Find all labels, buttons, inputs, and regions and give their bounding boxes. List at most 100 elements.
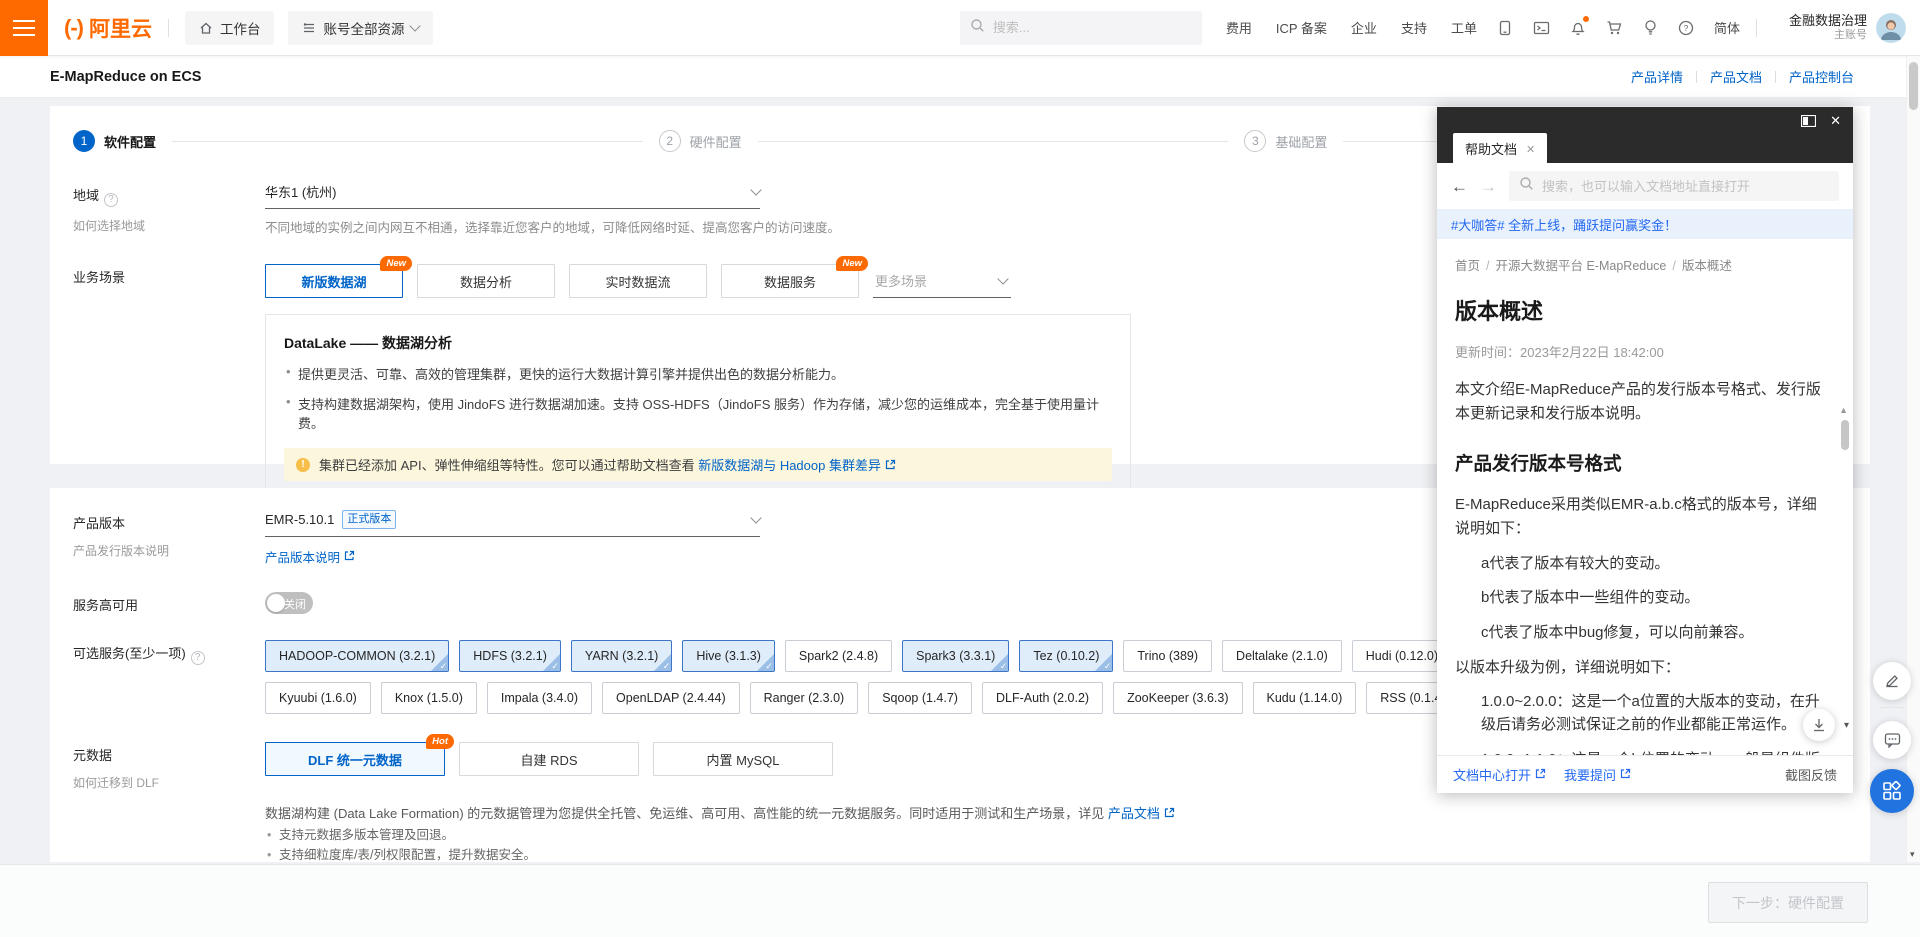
tab-data-analysis[interactable]: 数据分析 <box>417 264 555 298</box>
app-center-button[interactable] <box>1870 769 1914 813</box>
search-icon <box>970 18 985 38</box>
scroll-down-icon[interactable] <box>1910 849 1915 860</box>
cart-icon[interactable] <box>1606 20 1623 36</box>
product-details-link[interactable]: 产品详情 <box>1631 67 1683 86</box>
nav-link-support[interactable]: 支持 <box>1401 18 1427 37</box>
cloud-shell-icon[interactable] <box>1533 20 1550 36</box>
nav-link-billing[interactable]: 费用 <box>1226 18 1252 37</box>
download-doc-button[interactable] <box>1803 709 1835 741</box>
nav-link-enterprise[interactable]: 企业 <box>1351 18 1377 37</box>
tab-self-rds[interactable]: 自建 RDS <box>459 742 639 776</box>
metadata-help-link: 如何迁移到 DLF <box>73 774 265 791</box>
feedback-pencil-button[interactable] <box>1873 662 1911 700</box>
chat-support-button[interactable] <box>1873 721 1911 759</box>
doc-search-input[interactable] <box>1542 179 1829 194</box>
top-navbar: (-) 阿里云 工作台 账号全部资源 费用 ICP 备案 企业 支持 工单 ? … <box>0 0 1920 56</box>
hamburger-menu-icon[interactable] <box>0 0 48 56</box>
service-chip[interactable]: Tez (0.10.2) <box>1019 640 1113 672</box>
mobile-app-icon[interactable] <box>1497 20 1513 36</box>
nav-link-icp[interactable]: ICP 备案 <box>1276 18 1327 37</box>
avatar[interactable] <box>1876 13 1906 43</box>
service-chip[interactable]: Knox (1.5.0) <box>381 682 477 714</box>
product-docs-link[interactable]: 产品文档 <box>1710 67 1762 86</box>
nav-link-ticket[interactable]: 工单 <box>1451 18 1477 37</box>
panel-scroll-down-icon[interactable] <box>1844 720 1849 731</box>
external-link-icon <box>1620 767 1631 782</box>
region-select[interactable]: 华东1 (杭州) <box>265 182 760 209</box>
global-search[interactable] <box>960 11 1202 45</box>
home-icon <box>199 21 213 35</box>
service-chip[interactable]: Hive (3.1.3) <box>682 640 775 672</box>
step-software-config: 1 软件配置 <box>73 130 156 152</box>
help-panel-footer: 文档中心打开 我要提问 截图反馈 <box>1437 755 1853 793</box>
panel-scroll-up-icon[interactable] <box>1839 405 1848 415</box>
tab-new-datalake[interactable]: 新版数据湖 New <box>265 264 403 298</box>
service-chip[interactable]: Sqoop (1.4.7) <box>868 682 972 714</box>
next-step-button[interactable]: 下一步：硬件配置 <box>1708 882 1868 923</box>
help-icon[interactable]: ? <box>1678 20 1694 36</box>
service-chip[interactable]: OpenLDAP (2.4.44) <box>602 682 740 714</box>
ask-question-link[interactable]: 我要提问 <box>1564 765 1631 784</box>
external-link-icon <box>1535 767 1546 782</box>
screenshot-feedback-button[interactable]: 截图反馈 <box>1785 765 1837 784</box>
doc-search[interactable] <box>1509 171 1839 201</box>
workbench-button[interactable]: 工作台 <box>185 11 275 45</box>
breadcrumb-home[interactable]: 首页 <box>1455 259 1480 273</box>
cluster-diff-link[interactable]: 新版数据湖与 Hadoop 集群差异 <box>698 458 881 473</box>
help-doc-tab[interactable]: 帮助文档 <box>1453 133 1547 163</box>
new-badge: New <box>836 256 868 271</box>
close-panel-icon[interactable] <box>1830 113 1841 129</box>
doc-content: 首页/开源大数据平台 E-MapReduce/版本概述 版本概述 更新时间：20… <box>1437 239 1853 755</box>
promo-banner[interactable]: #大咖答# 全新上线，踊跃提问赢奖金！ <box>1437 209 1853 239</box>
datalake-bullet: 提供更灵活、可靠、高效的管理集群，更快的运行大数据计算引擎并提供出色的数据分析能… <box>284 364 1112 383</box>
tab-builtin-mysql[interactable]: 内置 MySQL <box>653 742 833 776</box>
breadcrumb-product[interactable]: 开源大数据平台 E-MapReduce <box>1496 259 1667 273</box>
language-selector[interactable]: 简体 <box>1714 18 1740 37</box>
suggestions-bulb-icon[interactable] <box>1643 19 1658 36</box>
help-question-icon[interactable] <box>104 193 118 207</box>
more-scenarios-select[interactable]: 更多场景 <box>873 264 1011 298</box>
version-notes-link[interactable]: 产品版本说明 <box>265 547 340 566</box>
ha-toggle[interactable]: 关闭 <box>265 592 313 614</box>
account-name: 金融数据治理 <box>1789 13 1867 29</box>
version-select[interactable]: EMR-5.10.1 正式版本 <box>265 510 760 537</box>
service-chip[interactable]: Kyuubi (1.6.0) <box>265 682 371 714</box>
service-chip[interactable]: HDFS (3.2.1) <box>459 640 561 672</box>
region-help-link[interactable]: 如何选择地域 <box>73 217 265 234</box>
open-in-doc-center-link[interactable]: 文档中心打开 <box>1453 765 1546 784</box>
service-chip[interactable]: ZooKeeper (3.6.3) <box>1113 682 1242 714</box>
forward-arrow-icon[interactable] <box>1480 178 1497 195</box>
service-chip[interactable]: Impala (3.4.0) <box>487 682 592 714</box>
account-info[interactable]: 金融数据治理 主账号 <box>1789 13 1867 43</box>
toggle-knob <box>267 594 285 612</box>
service-chip[interactable]: YARN (3.2.1) <box>571 640 672 672</box>
service-chip[interactable]: Deltalake (2.1.0) <box>1222 640 1342 672</box>
back-arrow-icon[interactable] <box>1451 178 1468 195</box>
tab-realtime-stream[interactable]: 实时数据流 <box>569 264 707 298</box>
notifications-bell-icon[interactable] <box>1570 19 1586 36</box>
service-chip[interactable]: Kudu (1.14.0) <box>1253 682 1357 714</box>
dock-panel-icon[interactable] <box>1801 115 1816 127</box>
metadata-bullet: 支持细粒度库/表/列权限配置，提升数据安全。 <box>265 848 1870 862</box>
help-question-icon[interactable] <box>191 651 205 665</box>
doc-list-item: a代表了版本有较大的变动。 <box>1481 552 1823 575</box>
service-chip[interactable]: Spark2 (2.4.8) <box>785 640 892 672</box>
breadcrumb: 首页/开源大数据平台 E-MapReduce/版本概述 <box>1455 255 1823 274</box>
product-doc-link[interactable]: 产品文档 <box>1108 806 1160 821</box>
service-chip[interactable]: DLF-Auth (2.0.2) <box>982 682 1103 714</box>
scrollbar-thumb[interactable] <box>1909 62 1918 110</box>
tab-data-service[interactable]: 数据服务 New <box>721 264 859 298</box>
service-chip[interactable]: Ranger (2.3.0) <box>750 682 859 714</box>
cluster-notice: 集群已经添加 API、弹性伸缩组等特性。您可以通过帮助文档查看 新版数据湖与 H… <box>284 448 1112 481</box>
service-chip[interactable]: Spark3 (3.3.1) <box>902 640 1009 672</box>
alibaba-cloud-logo[interactable]: (-) 阿里云 <box>64 13 152 43</box>
resource-scope-selector[interactable]: 账号全部资源 <box>288 11 433 45</box>
service-chip[interactable]: HADOOP-COMMON (3.2.1) <box>265 640 449 672</box>
product-console-link[interactable]: 产品控制台 <box>1789 67 1854 86</box>
close-tab-icon[interactable] <box>1526 141 1535 156</box>
search-input[interactable] <box>993 20 1192 35</box>
tab-dlf-metadata[interactable]: DLF 统一元数据 Hot <box>265 742 445 776</box>
service-chip[interactable]: Trino (389) <box>1123 640 1212 672</box>
panel-scrollbar-thumb[interactable] <box>1841 420 1849 450</box>
step-basic-config: 3 基础配置 <box>1244 130 1327 152</box>
